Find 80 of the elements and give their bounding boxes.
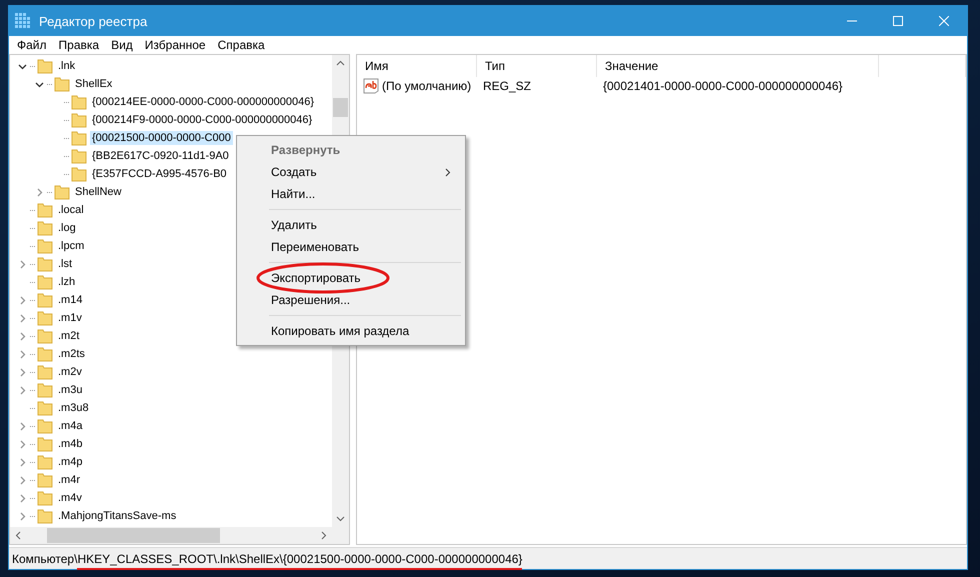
tree-item[interactable]: .m4a bbox=[56, 419, 84, 433]
column-header[interactable]: Тип bbox=[477, 55, 597, 77]
close-icon bbox=[939, 16, 949, 26]
window-title: Редактор реестра bbox=[39, 14, 148, 28]
tree-item[interactable]: .MahjongTitansSave-ms bbox=[56, 509, 178, 523]
tree-item[interactable]: .lzh bbox=[56, 275, 78, 289]
menu-item[interactable]: Правка bbox=[52, 38, 106, 52]
context-menu-item[interactable]: Разрешения... bbox=[239, 289, 463, 311]
folder-icon bbox=[54, 76, 70, 92]
folder-icon bbox=[37, 400, 53, 416]
table-cell-text: REG_SZ bbox=[482, 78, 532, 95]
tree-item[interactable]: .m14 bbox=[56, 293, 84, 307]
tree-item[interactable]: .m4p bbox=[56, 455, 84, 469]
folder-icon bbox=[37, 490, 53, 506]
tree-item[interactable]: ShellNew bbox=[73, 185, 124, 199]
tree-item[interactable]: .local bbox=[56, 203, 86, 217]
folder-icon bbox=[37, 454, 53, 470]
scrollbar-thumb[interactable] bbox=[333, 98, 348, 117]
folder-icon bbox=[37, 436, 53, 452]
menu-item[interactable]: Вид bbox=[105, 38, 139, 52]
maximize-icon bbox=[893, 16, 903, 26]
tree-item[interactable]: .lst bbox=[56, 257, 74, 271]
horizontal-scrollbar[interactable] bbox=[10, 527, 332, 544]
tree-item[interactable]: .m3u bbox=[56, 383, 84, 397]
tree-item[interactable]: .m3u8 bbox=[56, 401, 91, 415]
tree-item[interactable]: {BB2E617C-0920-11d1-9A0 bbox=[90, 149, 231, 163]
folder-icon bbox=[37, 202, 53, 218]
folder-icon bbox=[37, 310, 53, 326]
tree-item[interactable]: .log bbox=[56, 221, 78, 235]
folder-icon bbox=[37, 382, 53, 398]
folder-icon bbox=[71, 112, 87, 128]
tree-item[interactable]: {000214EE-0000-0000-C000-000000000046} bbox=[90, 95, 316, 109]
tree-item[interactable]: .m2ts bbox=[56, 347, 87, 361]
folder-icon bbox=[37, 238, 53, 254]
folder-icon bbox=[37, 220, 53, 236]
folder-icon bbox=[54, 184, 70, 200]
string-value-icon bbox=[363, 78, 379, 94]
tree-item[interactable]: {000214F9-0000-0000-C000-000000000046} bbox=[90, 113, 314, 127]
tree-item[interactable]: .lpcm bbox=[56, 239, 86, 253]
folder-icon bbox=[37, 508, 53, 524]
tree-item[interactable]: .m2v bbox=[56, 365, 84, 379]
column-header[interactable]: Имя bbox=[357, 55, 477, 77]
tree-item[interactable]: .lnk bbox=[56, 59, 78, 73]
menu-item[interactable]: Файл bbox=[11, 38, 53, 52]
column-header[interactable]: Значение bbox=[597, 55, 879, 77]
key-path: HKEY_CLASSES_ROOT\.lnk\ShellEx\{00021500-0000-0000-C000-000000000046} bbox=[77, 551, 522, 570]
table-cell-text: {00021401-0000-0000-C000-000000000046} bbox=[602, 78, 844, 95]
folder-icon bbox=[37, 472, 53, 488]
context-menu-item[interactable]: Экспортировать bbox=[239, 267, 463, 289]
tree-item[interactable]: .m4v bbox=[56, 491, 84, 505]
folder-icon bbox=[71, 148, 87, 164]
folder-icon bbox=[37, 58, 53, 74]
tree-item[interactable]: {00021500-0000-0000-C000 bbox=[90, 131, 233, 145]
context-menu-item[interactable]: Создать bbox=[239, 161, 463, 183]
menu-item[interactable]: Справка bbox=[212, 38, 271, 52]
folder-icon bbox=[71, 166, 87, 182]
folder-icon bbox=[37, 292, 53, 308]
context-menu-item[interactable]: Найти... bbox=[239, 183, 463, 205]
folder-icon bbox=[37, 328, 53, 344]
folder-icon bbox=[71, 94, 87, 110]
tree-item[interactable]: ShellEx bbox=[73, 77, 114, 91]
folder-icon bbox=[37, 274, 53, 290]
status-text: Компьютер\ bbox=[12, 552, 78, 566]
tree-item[interactable]: .m4b bbox=[56, 437, 84, 451]
scrollbar-thumb[interactable] bbox=[47, 528, 220, 543]
folder-icon bbox=[71, 130, 87, 146]
tree-item[interactable]: .m4r bbox=[56, 473, 82, 487]
tree-item[interactable]: {E357FCCD-A995-4576-B0 bbox=[90, 167, 229, 181]
menu-item[interactable]: Избранное bbox=[138, 38, 212, 52]
folder-icon bbox=[37, 346, 53, 362]
registry-icon bbox=[15, 13, 31, 29]
folder-icon bbox=[37, 256, 53, 272]
tree-item[interactable]: .m1v bbox=[56, 311, 84, 325]
context-menu-item[interactable]: Удалить bbox=[239, 214, 463, 236]
folder-icon bbox=[37, 418, 53, 434]
context-menu-item[interactable]: Копировать имя раздела bbox=[239, 320, 463, 342]
table-cell: (По умолчанию) bbox=[382, 79, 472, 93]
context-menu-item[interactable]: Переименовать bbox=[239, 236, 463, 258]
tree-item[interactable]: .m2t bbox=[56, 329, 82, 343]
folder-icon bbox=[37, 364, 53, 380]
